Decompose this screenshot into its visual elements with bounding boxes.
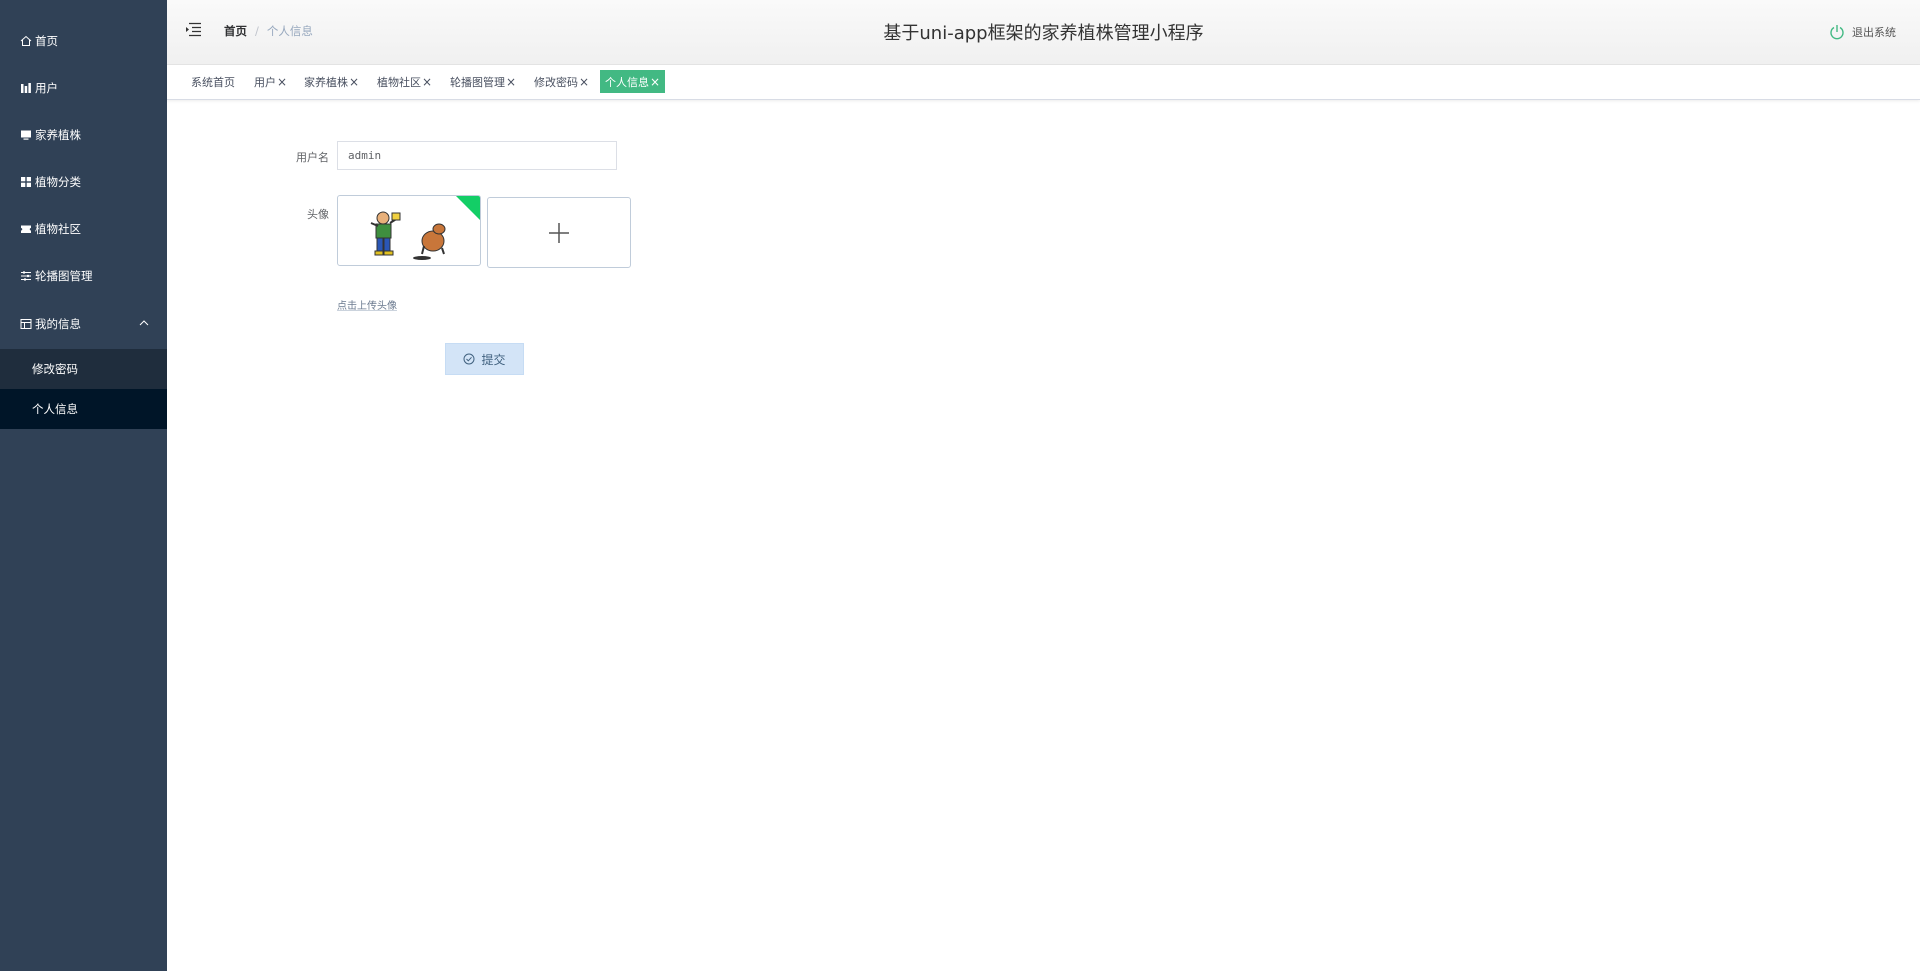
sidebar-subitem-label: 修改密码: [32, 362, 78, 376]
submit-label: 提交: [481, 352, 506, 367]
avatar-thumbnail[interactable]: [337, 195, 481, 266]
close-icon[interactable]: ×: [422, 75, 432, 89]
sidebar-subitem-profile[interactable]: 个人信息: [0, 389, 167, 429]
sidebar-item-label: 轮播图管理: [35, 268, 93, 283]
tab-label: 个人信息: [605, 75, 649, 89]
avatar-upload-button[interactable]: [487, 197, 631, 268]
submit-button[interactable]: 提交: [445, 343, 524, 375]
upload-hint-link[interactable]: 点击上传头像: [337, 297, 397, 312]
ticket-icon: [19, 222, 33, 236]
close-icon[interactable]: ×: [277, 75, 287, 89]
sidebar-subitem-change-password[interactable]: 修改密码: [0, 349, 167, 389]
app-title: 基于uni-app框架的家养植株管理小程序: [883, 23, 1204, 44]
sidebar-item-label: 首页: [35, 33, 58, 48]
username-label: 用户名: [296, 151, 329, 164]
chart-icon: [19, 81, 33, 95]
tab-label: 家养植株: [304, 75, 348, 89]
home-icon: [19, 34, 33, 48]
sidebar: 首页 用户 家养植株 植物分类 植物社区 轮播图管理 我的信息 修改密码 个人信…: [0, 0, 167, 971]
sidebar-item-label: 家养植株: [35, 127, 81, 142]
tab-system-home[interactable]: 系统首页: [186, 70, 240, 93]
sidebar-subitem-label: 个人信息: [32, 402, 78, 416]
power-icon: [1830, 25, 1844, 40]
tab-label: 修改密码: [534, 75, 578, 89]
tab-community[interactable]: 植物社区 ×: [372, 70, 437, 93]
calendar-icon: [19, 317, 33, 331]
tab-carousel[interactable]: 轮播图管理 ×: [445, 70, 521, 93]
tab-change-password[interactable]: 修改密码 ×: [529, 70, 594, 93]
check-circle-icon: [463, 353, 475, 365]
logout-button[interactable]: 退出系统: [1829, 24, 1896, 40]
sidebar-item-users[interactable]: 用户: [0, 64, 167, 111]
tab-profile[interactable]: 个人信息 ×: [600, 70, 666, 93]
tab-users[interactable]: 用户 ×: [249, 70, 292, 93]
close-icon[interactable]: ×: [506, 75, 516, 89]
sidebar-item-home[interactable]: 首页: [0, 17, 167, 64]
upload-success-badge: [456, 196, 480, 220]
tab-label: 植物社区: [377, 75, 421, 89]
sidebar-item-community[interactable]: 植物社区: [0, 205, 167, 252]
top-header: 首页 / 个人信息 基于uni-app框架的家养植株管理小程序 退出系统: [167, 0, 1920, 65]
tab-label: 系统首页: [191, 75, 235, 89]
sliders-icon: [19, 269, 33, 283]
grid-icon: [19, 175, 33, 189]
sidebar-item-label: 植物分类: [35, 174, 81, 189]
close-icon[interactable]: ×: [349, 75, 359, 89]
tags-bar: 系统首页 用户 × 家养植株 × 植物社区 × 轮播图管理 × 修改密码 × 个人信息 ×: [167, 65, 1920, 100]
sidebar-item-carousel[interactable]: 轮播图管理: [0, 252, 167, 299]
tab-label: 用户: [254, 75, 276, 89]
plus-icon: [549, 222, 569, 243]
close-icon[interactable]: ×: [650, 75, 660, 89]
logout-label: 退出系统: [1852, 26, 1896, 39]
sidebar-item-categories[interactable]: 植物分类: [0, 158, 167, 205]
tab-label: 轮播图管理: [450, 75, 505, 89]
chevron-up-icon: [139, 320, 149, 326]
monitor-icon: [19, 128, 33, 142]
sidebar-item-my-info[interactable]: 我的信息: [0, 300, 167, 347]
sidebar-item-label: 我的信息: [35, 316, 81, 331]
username-input[interactable]: admin: [337, 141, 617, 170]
sidebar-item-label: 用户: [35, 80, 58, 95]
tab-plants[interactable]: 家养植株 ×: [299, 70, 364, 93]
sidebar-item-plants[interactable]: 家养植株: [0, 111, 167, 158]
avatar-label: 头像: [307, 208, 329, 221]
sidebar-item-label: 植物社区: [35, 221, 81, 236]
close-icon[interactable]: ×: [579, 75, 589, 89]
